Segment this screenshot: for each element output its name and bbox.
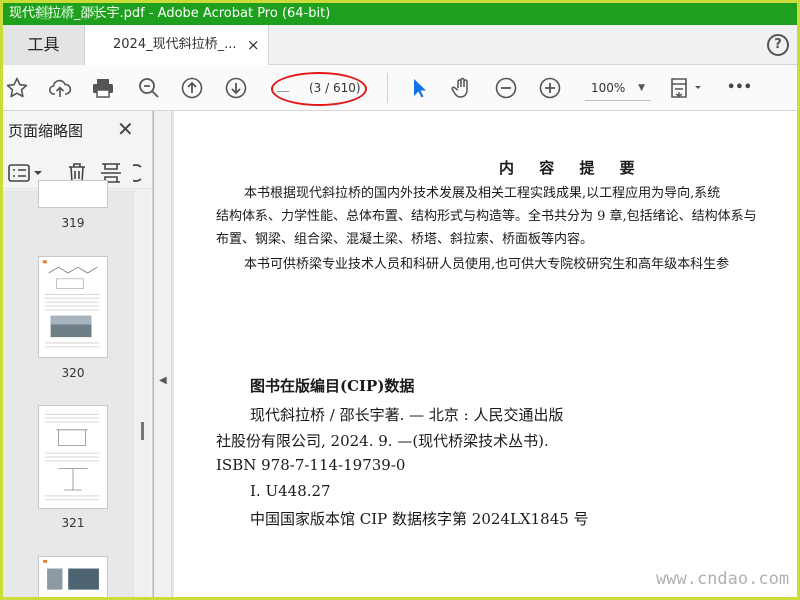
close-tab-button[interactable]: × [247, 25, 260, 65]
summary-line: 本书可供桥梁专业技术人员和科研人员使用,也可供大专院校研究生和高年级本科生参 [244, 257, 730, 272]
star-icon[interactable] [5, 76, 29, 100]
watermark-top: 道 本 网 [36, 4, 101, 22]
scrollbar-thumb[interactable] [141, 422, 144, 440]
toolbar: (3 / 610) 100% ▼ ••• [3, 65, 797, 111]
thumbnail-page-number: 320 [61, 366, 85, 380]
zoom-search-icon[interactable] [137, 76, 161, 100]
page-up-icon[interactable] [180, 76, 204, 100]
page-thumbnail[interactable] [38, 256, 108, 358]
zoom-select[interactable]: 100% ▼ [585, 75, 651, 101]
thumbnail-page-number: 321 [61, 516, 85, 530]
tab-tools[interactable]: 工具 [3, 25, 85, 65]
chevron-down-icon: ▼ [638, 83, 645, 93]
zoom-value: 100% [591, 81, 626, 95]
watermark-bottom: www.cndao.com [656, 569, 790, 589]
thumbnail-scrollbar[interactable] [136, 190, 150, 597]
cloud-upload-icon[interactable] [48, 76, 72, 100]
cip-line: 社股份有限公司, 2024. 9. —(现代桥梁技术丛书). [216, 432, 549, 450]
thumbnails-panel: 页面缩略图 ✕ 319 320 321 [3, 111, 153, 597]
summary-line: 布置、钢梁、组合梁、混凝土梁、桥塔、斜拉索、桥面板等内容。 [216, 232, 594, 247]
cip-line: Ⅰ. U448.27 [250, 482, 331, 500]
window-title-bar: 现代斜拉桥_邵长宇.pdf - Adobe Acrobat Pro (64-bi… [3, 3, 797, 25]
toolbar-divider [387, 73, 388, 103]
page-thumbnail[interactable] [38, 556, 108, 597]
thumbnail-list: 319 320 321 [3, 180, 135, 597]
pdf-page: 内 容 提 要 本书根据现代斜拉桥的国内外技术发展及相关工程实践成果,以工程应用… [174, 111, 797, 597]
print-icon[interactable] [91, 76, 115, 100]
tab-document-label: 2024_现代斜拉桥_... [113, 37, 237, 52]
document-view[interactable]: 内 容 提 要 本书根据现代斜拉桥的国内外技术发展及相关工程实践成果,以工程应用… [172, 111, 797, 597]
summary-line: 结构体系、力学性能、总体布置、结构形式与构造等。全书共分为 9 章,包括绪论、结… [216, 209, 757, 224]
panel-collapse-strip[interactable]: ◀ [154, 111, 172, 597]
select-pointer-icon[interactable] [407, 76, 431, 100]
more-icon[interactable]: ••• [727, 76, 752, 100]
page-down-icon[interactable] [224, 76, 248, 100]
zoom-in-icon[interactable] [538, 76, 562, 100]
summary-heading: 内 容 提 要 [499, 159, 645, 177]
hand-tool-icon[interactable] [450, 76, 474, 100]
rotate-icon[interactable] [133, 161, 145, 185]
cip-line: 现代斜拉桥 / 邵长宇著. — 北京 : 人民交通出版 [250, 406, 564, 424]
page-thumbnail[interactable] [38, 180, 108, 208]
thumbnail-page-number: 319 [61, 216, 85, 230]
page-thumbnail[interactable] [38, 405, 108, 509]
fit-page-icon[interactable] [669, 76, 707, 100]
close-panel-button[interactable]: ✕ [117, 117, 134, 141]
tab-document[interactable]: 2024_现代斜拉桥_... × [85, 25, 269, 66]
help-icon[interactable]: ? [767, 34, 789, 56]
cip-line: ISBN 978-7-114-19739-0 [216, 456, 406, 474]
panel-title: 页面缩略图 [8, 122, 84, 140]
zoom-out-icon[interactable] [494, 76, 518, 100]
summary-line: 本书根据现代斜拉桥的国内外技术发展及相关工程实践成果,以工程应用为导向,系统 [244, 186, 721, 201]
cip-heading: 图书在版编目(CIP)数据 [250, 377, 415, 395]
tab-bar: 工具 2024_现代斜拉桥_... × ? [3, 25, 797, 66]
cip-line: 中国国家版本馆 CIP 数据核字第 2024LX1845 号 [250, 510, 589, 528]
red-annotation-ellipse [271, 72, 367, 106]
collapse-arrow-icon[interactable]: ◀ [159, 375, 167, 386]
